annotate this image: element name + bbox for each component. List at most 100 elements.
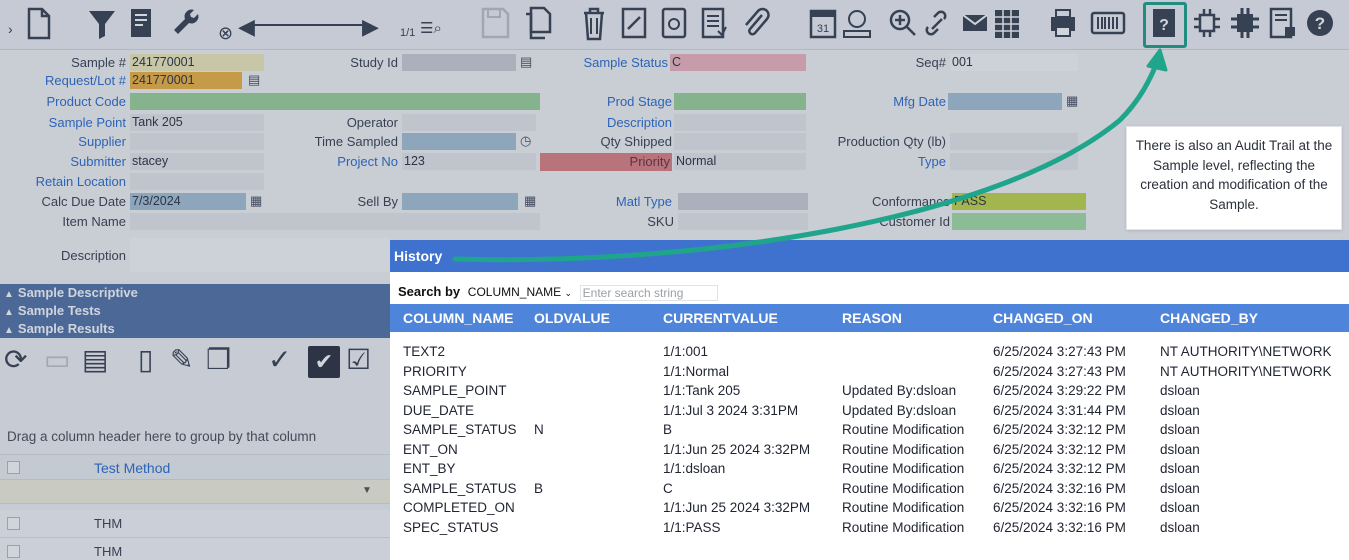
spreadsheet-icon[interactable] (992, 5, 1022, 43)
description2-label[interactable]: Description (540, 114, 672, 132)
print-icon[interactable] (1048, 5, 1078, 43)
matl-type-label[interactable]: Matl Type (540, 193, 672, 211)
zoom-icon[interactable] (888, 5, 918, 43)
history-row[interactable]: DUE_DATE 1/1:Jul 3 2024 3:31PM Updated By:… (390, 401, 1349, 420)
type-field[interactable] (950, 153, 1078, 170)
document-icon[interactable] (660, 5, 688, 43)
retain-location-label[interactable]: Retain Location (20, 173, 126, 191)
project-no-field[interactable]: 123 (402, 153, 536, 170)
request-lot-label[interactable]: Request/Lot # (20, 72, 126, 90)
project-no-label[interactable]: Project No (260, 153, 398, 171)
record-slider-track[interactable] (252, 24, 362, 26)
production-qty-field[interactable] (950, 133, 1078, 150)
calc-due-date-field[interactable]: 7/3/2024 (130, 193, 246, 210)
priority-label[interactable]: Priority (540, 153, 672, 171)
col-oldvalue[interactable]: OLDVALUE (534, 304, 610, 332)
calendar-picker-icon[interactable]: ▦ (1066, 93, 1078, 109)
clock-icon[interactable]: ◷ (520, 133, 531, 149)
product-code-label[interactable]: Product Code (20, 93, 127, 111)
qty-shipped-field[interactable] (674, 133, 806, 150)
col-changed-by[interactable]: CHANGED_BY (1160, 304, 1258, 332)
wrench-icon[interactable] (170, 5, 202, 43)
check-circle-icon[interactable]: ✓ (268, 342, 291, 378)
filter-icon[interactable]: ▼ (362, 485, 372, 496)
find-icon[interactable]: ☰⌕ (420, 10, 442, 48)
new-icon[interactable] (26, 5, 52, 43)
mfg-date-label[interactable]: Mfg Date (810, 93, 946, 111)
history-row[interactable]: ENT_ON 1/1:Jun 25 2024 3:32PM Routine Modi… (390, 440, 1349, 459)
section-sample-results[interactable]: ▲ Sample Results (0, 320, 390, 338)
description-field[interactable] (130, 238, 390, 272)
ungroup-icon[interactable] (1228, 5, 1262, 43)
product-code-field[interactable] (130, 93, 540, 110)
mfg-date-field[interactable] (948, 93, 1062, 110)
link-icon[interactable] (922, 5, 950, 43)
operator-field[interactable] (402, 114, 536, 131)
sample-status-field[interactable]: C (670, 54, 806, 71)
history-row[interactable]: ENT_BY 1/1:dsloan Routine Modification 6/25… (390, 459, 1349, 478)
copy-icon[interactable]: ❐ (206, 342, 231, 378)
sku-field[interactable] (678, 213, 808, 230)
submitter-field[interactable]: stacey (130, 153, 264, 170)
sample-no-field[interactable]: 241770001 (130, 54, 264, 71)
sell-by-field[interactable] (402, 193, 518, 210)
prev-icon[interactable]: ◀ (238, 8, 255, 46)
email-icon[interactable] (960, 5, 990, 43)
section-sample-tests[interactable]: ▲ Sample Tests (0, 302, 390, 320)
history-row[interactable]: PRIORITY 1/1:Normal 6/25/2024 3:27:43 PM NT… (390, 362, 1349, 381)
history-row[interactable]: COMPLETED_ON 1/1:Jun 25 2024 3:32PM Routin… (390, 498, 1349, 517)
row-checkbox[interactable] (7, 517, 20, 530)
type-label[interactable]: Type (810, 153, 946, 171)
column-test-method[interactable]: Test Method (94, 460, 170, 476)
document-list-icon[interactable] (700, 5, 728, 43)
request-lot-field[interactable]: 241770001 (130, 72, 242, 89)
submitter-label[interactable]: Submitter (20, 153, 126, 171)
calendar-picker-icon[interactable]: ▦ (524, 193, 536, 209)
supplier-label[interactable]: Supplier (20, 133, 126, 151)
time-sampled-field[interactable] (402, 133, 516, 150)
search-column-select[interactable]: COLUMN_NAME ⌄ (467, 285, 573, 299)
sample-point-label[interactable]: Sample Point (20, 114, 126, 132)
conformance-field[interactable]: PASS (952, 193, 1086, 210)
search-input[interactable]: Enter search string (579, 284, 718, 301)
study-id-field[interactable] (402, 54, 516, 71)
col-currentvalue[interactable]: CURRENTVALUE (663, 304, 778, 332)
sample-status-label[interactable]: Sample Status (540, 54, 668, 72)
grid-filter-row[interactable]: ▼ (0, 480, 390, 504)
section-sample-descriptive[interactable]: ▲ Sample Descriptive (0, 284, 390, 302)
history-row[interactable]: SPEC_STATUS 1/1:PASS Routine Modification 6… (390, 518, 1349, 537)
table-row[interactable]: THM (0, 510, 390, 538)
history-row[interactable]: TEXT2 1/1:001 6/25/2024 3:27:43 PM NT AUTHO… (390, 342, 1349, 361)
sample-point-field[interactable]: Tank 205 (130, 114, 264, 131)
workflow-icon[interactable] (840, 5, 874, 43)
customer-id-field[interactable] (952, 213, 1086, 230)
help-icon[interactable]: ? (1304, 5, 1336, 43)
collapse-icon[interactable]: › (8, 10, 13, 48)
col-changed-on[interactable]: CHANGED_ON (993, 304, 1093, 332)
attachment-icon[interactable] (740, 5, 770, 43)
save-icon[interactable] (480, 5, 510, 43)
filter-icon[interactable] (87, 5, 117, 43)
priority-field[interactable]: Normal (674, 153, 806, 170)
item-name-field[interactable] (130, 213, 540, 230)
lock-icon[interactable] (1268, 5, 1298, 43)
description2-field[interactable] (674, 114, 806, 131)
check-all-icon[interactable]: ✔ (308, 346, 340, 378)
retain-location-field[interactable] (130, 173, 264, 190)
calendar-icon[interactable]: 31 (808, 5, 838, 43)
report-icon[interactable] (128, 5, 156, 43)
sign-icon[interactable] (620, 5, 648, 43)
history-row[interactable]: SAMPLE_STATUS B C Routine Modification 6/25/… (390, 479, 1349, 498)
copy-icon[interactable] (522, 5, 552, 43)
prod-stage-field[interactable] (674, 93, 806, 110)
refresh-icon[interactable]: ⟳ (4, 342, 27, 378)
prod-stage-label[interactable]: Prod Stage (540, 93, 672, 111)
group-icon[interactable] (1190, 5, 1224, 43)
col-reason[interactable]: REASON (842, 304, 902, 332)
history-row[interactable]: SAMPLE_POINT 1/1:Tank 205 Updated By:dsloa… (390, 381, 1349, 400)
select-all-checkbox[interactable] (7, 461, 20, 474)
supplier-field[interactable] (130, 133, 264, 150)
seq-field[interactable]: 001 (950, 54, 1078, 71)
next-icon[interactable]: ▶ (362, 8, 379, 46)
lookup-icon[interactable]: ▤ (520, 54, 532, 70)
